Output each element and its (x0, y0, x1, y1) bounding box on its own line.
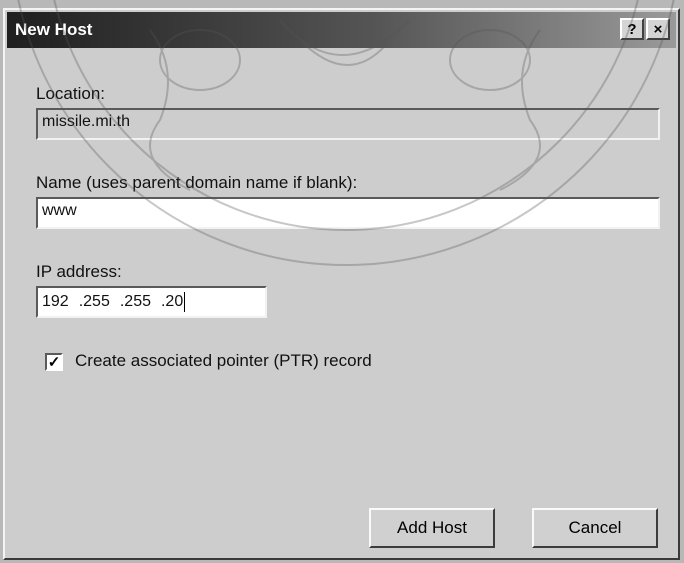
new-host-dialog: New Host ? × Location: missile.mi.th Nam… (3, 8, 680, 560)
help-button[interactable]: ? (620, 18, 644, 40)
location-value: missile.mi.th (42, 113, 131, 130)
location-label: Location: (36, 84, 105, 103)
ip-octet-2[interactable]: .255 (79, 293, 110, 311)
ip-address-label: IP address: (36, 262, 122, 281)
name-label: Name (uses parent domain name if blank): (36, 173, 358, 192)
location-field: missile.mi.th (36, 108, 660, 140)
dialog-title: New Host (15, 20, 93, 39)
cancel-button[interactable]: Cancel (532, 508, 658, 548)
ip-octet-1[interactable]: 192 (42, 293, 69, 311)
close-icon: × (653, 20, 663, 38)
add-host-button[interactable]: Add Host (369, 508, 495, 548)
help-icon: ? (627, 20, 637, 38)
title-bar: New Host ? × (7, 12, 676, 48)
text-cursor (184, 292, 186, 312)
check-icon: ✓ (47, 353, 61, 371)
ptr-checkbox-label[interactable]: Create associated pointer (PTR) record (75, 351, 372, 371)
name-value: www (42, 202, 77, 219)
ptr-checkbox[interactable]: ✓ (45, 353, 63, 371)
close-button[interactable]: × (646, 18, 670, 40)
name-input[interactable]: www (36, 197, 660, 229)
ip-octet-4[interactable]: .20 (161, 293, 183, 311)
ip-address-input[interactable]: 192 .255 .255 .20 (36, 286, 267, 318)
ip-octet-3[interactable]: .255 (120, 293, 151, 311)
